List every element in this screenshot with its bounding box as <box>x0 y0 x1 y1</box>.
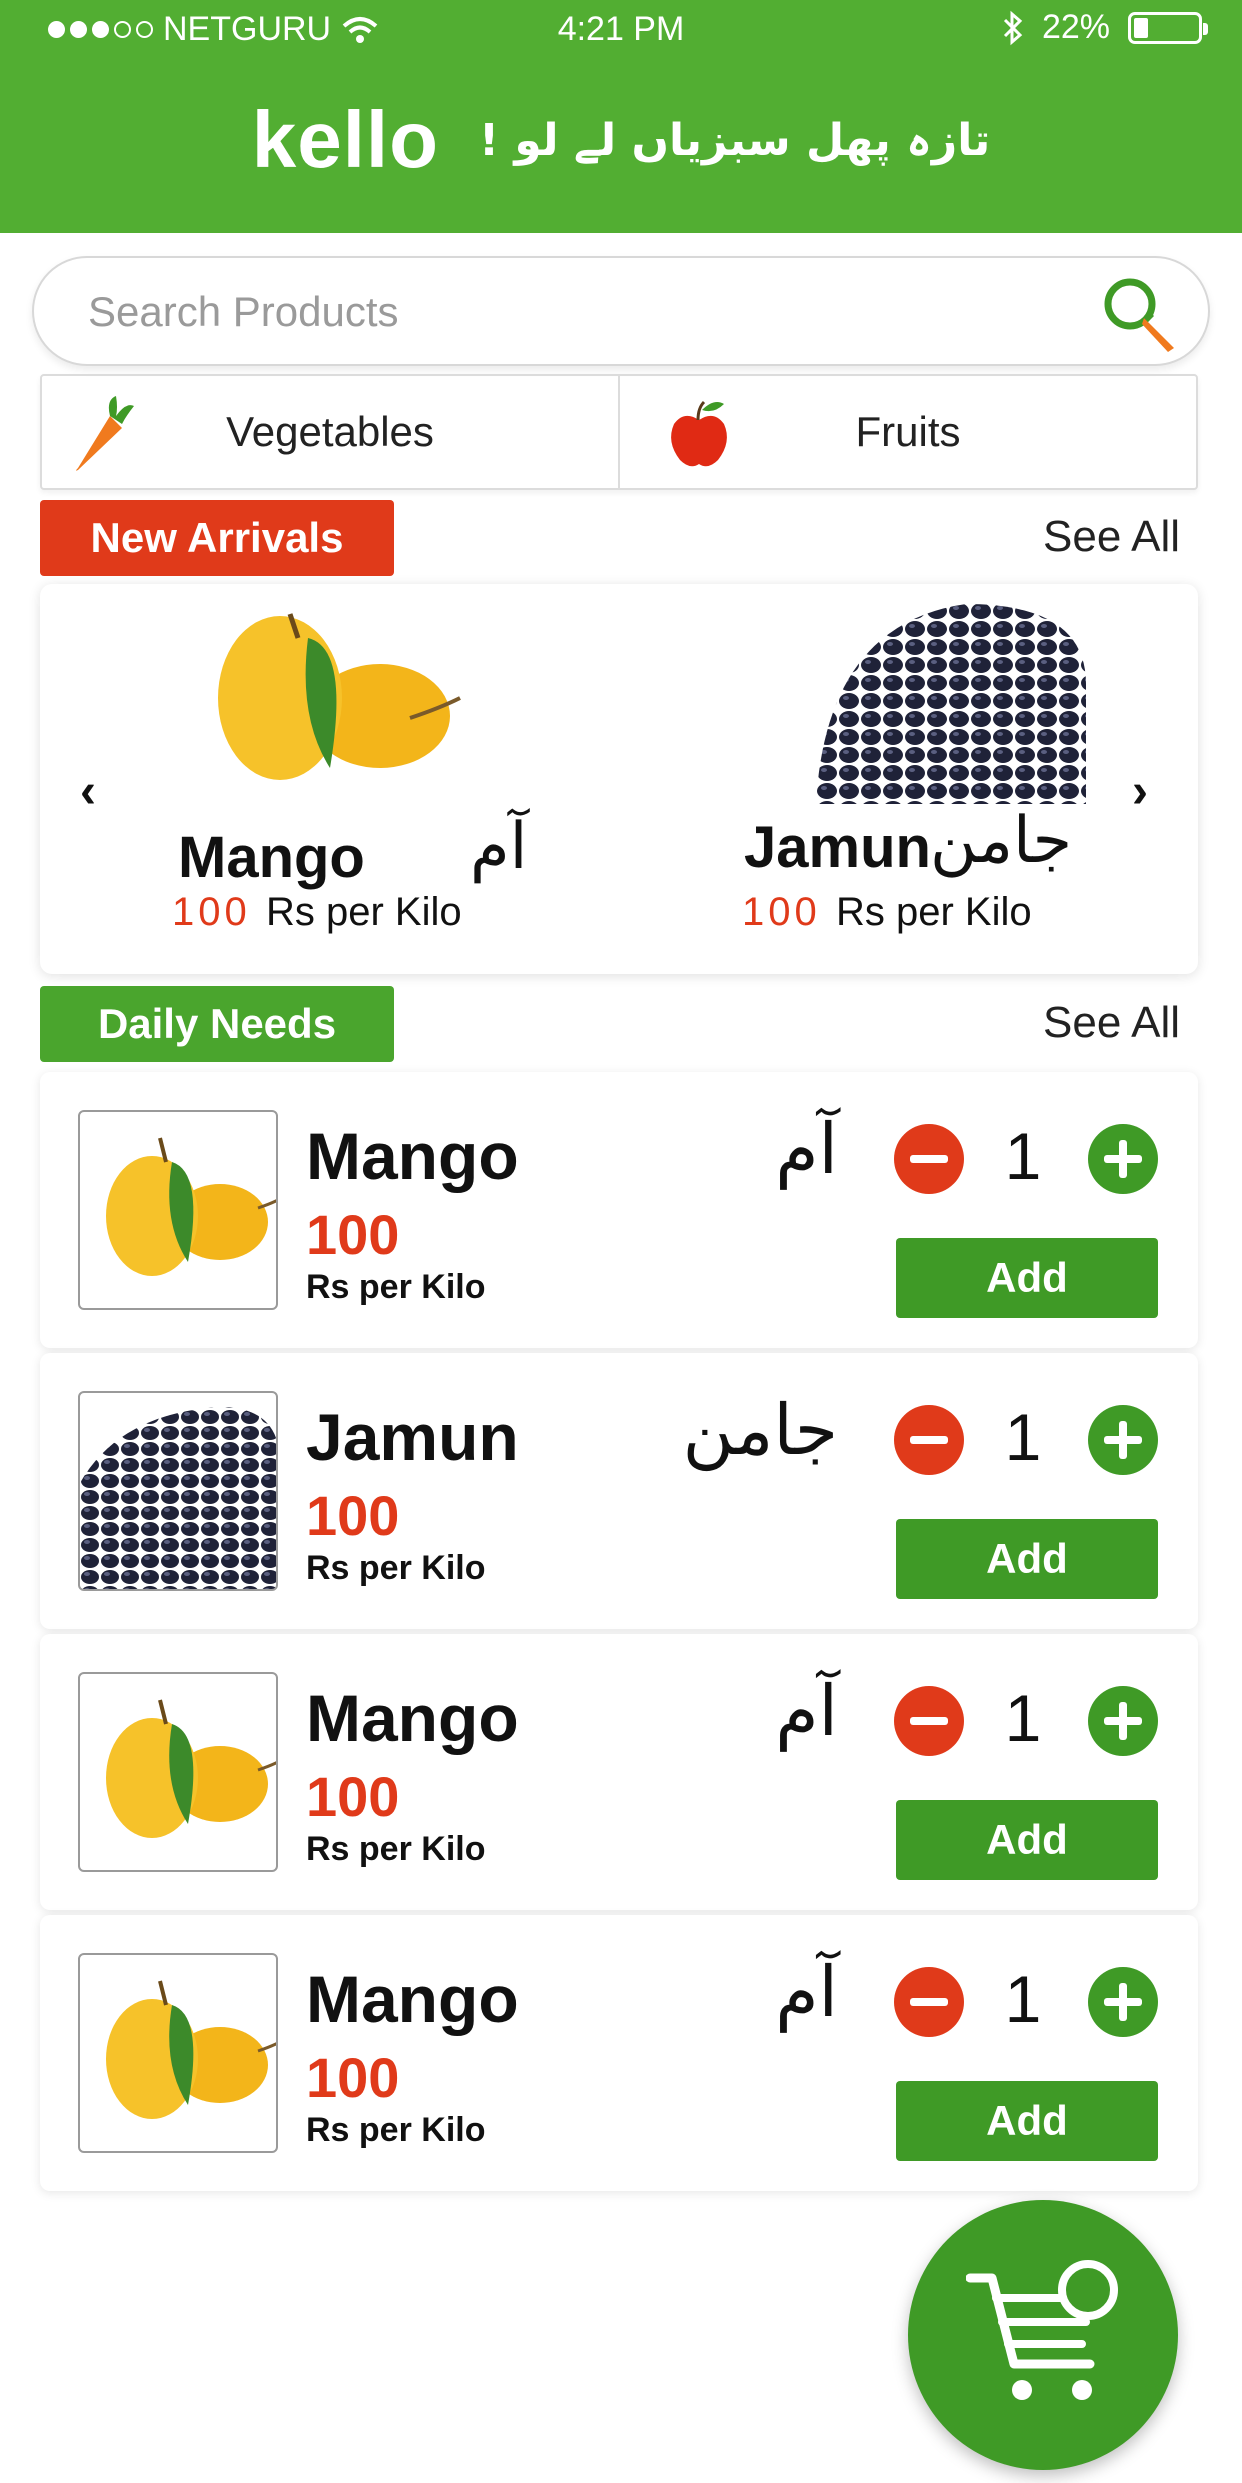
app-logo: kello <box>251 95 440 184</box>
arrival-unit: Rs per Kilo <box>836 890 1032 934</box>
category-vegetables[interactable]: Vegetables <box>42 376 618 488</box>
product-name: Jamun <box>306 1400 519 1474</box>
battery-percent: 22% <box>1041 8 1110 46</box>
minus-icon[interactable] <box>894 1124 964 1194</box>
quantity-value: 1 <box>1004 1119 1042 1193</box>
arrival-name: Jamun <box>744 815 931 880</box>
brand-bar: kello تازہ پھل سبزیاں لے لو ! <box>0 100 1242 180</box>
category-label: Fruits <box>855 408 961 455</box>
product-urdu-name: آم <box>775 1670 838 1752</box>
add-button[interactable]: Add <box>896 1238 1158 1318</box>
category-label: Vegetables <box>226 408 434 455</box>
add-button[interactable]: Add <box>896 2081 1158 2161</box>
arrival-name: Mango <box>178 825 365 890</box>
app-header: NETGURU 4:21 PM 22% kello تازہ پھل سبزیا… <box>0 0 1242 233</box>
product-row: Jamun 100 Rs per Kilo جامن 1 Add <box>40 1353 1198 1629</box>
product-urdu-name: آم <box>775 1108 838 1190</box>
minus-icon[interactable] <box>894 1405 964 1475</box>
product-unit: Rs per Kilo <box>306 1830 486 1868</box>
mango-image <box>218 613 461 780</box>
daily-needs-see-all-link[interactable]: See All <box>1043 998 1180 1048</box>
jamun-image <box>816 604 1086 804</box>
minus-icon[interactable] <box>894 1967 964 2037</box>
product-price: 100 <box>306 1484 400 1547</box>
new-arrivals-carousel: ‹ › Mango آم 100 Rs per Kilo Jamun جامن … <box>40 584 1198 974</box>
product-image[interactable] <box>78 1672 278 1872</box>
jamun-image <box>80 1407 276 1589</box>
apple-icon <box>671 400 727 467</box>
battery-icon <box>1128 11 1208 44</box>
product-row: Mango 100 Rs per Kilo آم 1 Add <box>40 1072 1198 1348</box>
product-name: Mango <box>306 1681 519 1755</box>
app-tagline: تازہ پھل سبزیاں لے لو ! <box>479 114 991 166</box>
mango-image <box>106 1980 276 2119</box>
cart-icon <box>966 2260 1118 2400</box>
arrival-urdu-name: آم <box>470 810 528 884</box>
product-price: 100 <box>306 1765 400 1828</box>
search-icon[interactable] <box>1098 272 1182 356</box>
product-image[interactable] <box>78 1110 278 1310</box>
product-name: Mango <box>306 1119 519 1193</box>
daily-needs-label: Daily Needs <box>40 986 394 1062</box>
quantity-value: 1 <box>1004 1681 1042 1755</box>
add-button[interactable]: Add <box>896 1800 1158 1880</box>
arrival-urdu-name: جامن <box>930 804 1073 878</box>
minus-icon[interactable] <box>894 1686 964 1756</box>
product-price: 100 <box>306 2046 400 2109</box>
cart-button[interactable] <box>908 2200 1178 2470</box>
add-button[interactable]: Add <box>896 1519 1158 1599</box>
search-input[interactable] <box>88 280 1048 344</box>
new-arrivals-label: New Arrivals <box>40 500 394 576</box>
carrot-icon <box>76 396 134 471</box>
product-urdu-name: آم <box>775 1951 838 2033</box>
arrival-price: 100 <box>172 890 251 934</box>
plus-icon[interactable] <box>1088 1124 1158 1194</box>
plus-icon[interactable] <box>1088 1686 1158 1756</box>
product-image[interactable] <box>78 1391 278 1591</box>
mango-image <box>106 1699 276 1838</box>
category-fruits[interactable]: Fruits <box>618 376 1196 488</box>
bluetooth-icon <box>1003 10 1023 45</box>
product-name: Mango <box>306 1962 519 2036</box>
arrival-item[interactable]: Mango آم 100 Rs per Kilo <box>40 584 600 974</box>
product-urdu-name: جامن <box>682 1389 838 1471</box>
product-price: 100 <box>306 1203 400 1266</box>
product-image[interactable] <box>78 1953 278 2153</box>
quantity-value: 1 <box>1004 1400 1042 1474</box>
arrival-unit: Rs per Kilo <box>266 890 462 934</box>
product-row: Mango 100 Rs per Kilo آم 1 Add <box>40 1915 1198 2191</box>
product-unit: Rs per Kilo <box>306 1549 486 1587</box>
category-tabs: Vegetables Fruits <box>40 374 1198 490</box>
quantity-value: 1 <box>1004 1962 1042 2036</box>
product-row: Mango 100 Rs per Kilo آم 1 Add <box>40 1634 1198 1910</box>
arrival-price: 100 <box>742 890 821 934</box>
arrival-item[interactable]: Jamun جامن 100 Rs per Kilo <box>600 584 1160 974</box>
search-bar <box>32 256 1210 366</box>
product-unit: Rs per Kilo <box>306 1268 486 1306</box>
plus-icon[interactable] <box>1088 1967 1158 2037</box>
plus-icon[interactable] <box>1088 1405 1158 1475</box>
status-bar: NETGURU 4:21 PM 22% <box>0 0 1242 56</box>
mango-image <box>106 1137 276 1276</box>
product-unit: Rs per Kilo <box>306 2111 486 2149</box>
new-arrivals-see-all-link[interactable]: See All <box>1043 512 1180 562</box>
